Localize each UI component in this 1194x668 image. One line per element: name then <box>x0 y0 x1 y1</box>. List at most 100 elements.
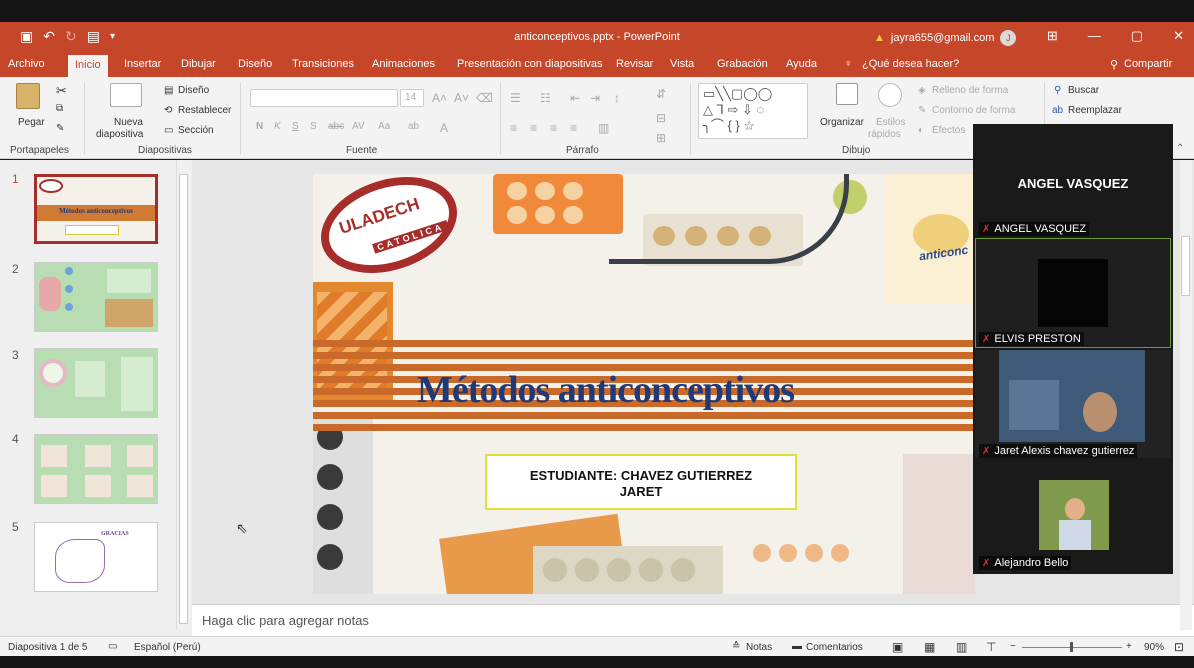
tab-transiciones[interactable]: Transiciones <box>292 58 354 70</box>
lightbulb-icon[interactable]: ♀ <box>844 58 852 70</box>
account-avatar[interactable]: J <box>1000 30 1017 46</box>
tab-ayuda[interactable]: Ayuda <box>786 58 817 70</box>
scrollbar-thumb[interactable] <box>179 174 188 624</box>
slide-sorter-icon[interactable]: ▦ <box>924 640 935 654</box>
editor-scrollbar[interactable] <box>1180 160 1192 630</box>
align-right-icon[interactable]: ≡ <box>550 121 557 135</box>
tab-presentacion[interactable]: Presentación con diapositivas <box>457 58 603 70</box>
zoom-in-icon[interactable]: + <box>1126 641 1132 652</box>
align-text-icon[interactable]: ⊟ <box>656 111 666 125</box>
shapes-gallery[interactable]: ▭╲╲▢◯◯ △ ⅂ ⇨ ⇩ ◌ ╮⌒ { } ☆ <box>698 83 808 139</box>
justify-icon[interactable]: ≡ <box>570 121 577 135</box>
new-slide-label-1[interactable]: Nueva <box>114 117 143 128</box>
shape-effects-button[interactable]: Efectos <box>932 125 965 136</box>
tab-archivo[interactable]: Archivo <box>8 58 45 70</box>
smartart-icon[interactable]: ⊞ <box>656 131 666 145</box>
notes-button[interactable]: Notas <box>746 642 772 653</box>
font-color-icon[interactable]: A <box>440 121 448 135</box>
align-left-icon[interactable]: ≡ <box>510 121 517 135</box>
zoom-slider-thumb[interactable] <box>1070 642 1073 652</box>
zoom-out-icon[interactable]: − <box>1010 641 1016 652</box>
clear-format-icon[interactable]: ⌫ <box>476 91 493 105</box>
tab-animaciones[interactable]: Animaciones <box>372 58 435 70</box>
tab-insertar[interactable]: Insertar <box>124 58 161 70</box>
grow-font-icon[interactable]: A˄ <box>432 91 447 105</box>
slide-thumbnail-1[interactable]: Métodos anticonceptivos <box>34 174 158 244</box>
shadow-button[interactable]: S <box>310 121 317 132</box>
bullets-icon[interactable]: ☰ <box>510 91 521 105</box>
text-direction-icon[interactable]: ⇵ <box>656 87 666 101</box>
share-button[interactable]: Compartir <box>1124 58 1172 70</box>
reading-view-icon[interactable]: ▥ <box>956 640 967 654</box>
tab-diseno[interactable]: Diseño <box>238 58 272 70</box>
layout-button[interactable]: Diseño <box>178 85 209 96</box>
participant-tile[interactable] <box>975 350 1171 458</box>
strikethrough-button[interactable]: abc <box>328 121 344 132</box>
thumbnail-scrollbar[interactable] <box>176 160 190 630</box>
student-textbox[interactable]: ESTUDIANTE: CHAVEZ GUTIERREZ JARET <box>485 454 797 510</box>
new-slide-icon[interactable] <box>110 83 142 107</box>
restore-icon[interactable]: ▢ <box>1131 28 1143 44</box>
quick-styles-label-1[interactable]: Estilos <box>876 117 905 128</box>
highlight-icon[interactable]: ab <box>408 121 419 132</box>
underline-button[interactable]: S <box>292 121 299 132</box>
find-button[interactable]: Buscar <box>1068 85 1099 96</box>
columns-icon[interactable]: ▥ <box>598 121 609 135</box>
replace-button[interactable]: Reemplazar <box>1068 105 1122 116</box>
language-status[interactable]: Español (Perú) <box>134 642 201 653</box>
ribbon-display-icon[interactable]: ⊞ <box>1047 28 1058 44</box>
new-slide-label-2[interactable]: diapositiva <box>96 129 143 140</box>
collapse-ribbon-icon[interactable]: ⌃ <box>1176 143 1184 154</box>
slide-thumbnail-2[interactable] <box>34 262 158 332</box>
quick-styles-label-2[interactable]: rápidos <box>868 129 901 140</box>
slide-thumbnail-4[interactable] <box>34 434 158 504</box>
copy-icon[interactable]: ⧉ <box>56 103 63 114</box>
editor-scrollbar-thumb[interactable] <box>1181 236 1190 296</box>
tab-inicio[interactable]: Inicio <box>68 55 108 77</box>
fit-slide-icon[interactable]: ⊡ <box>1174 640 1184 654</box>
arrange-icon[interactable] <box>836 83 858 105</box>
slide-thumbnail-3[interactable] <box>34 348 158 418</box>
change-case-button[interactable]: Aa <box>378 121 390 132</box>
notes-pane[interactable]: Haga clic para agregar notas <box>192 604 1194 636</box>
paste-icon[interactable] <box>16 83 40 109</box>
quick-styles-icon[interactable] <box>878 83 902 107</box>
shrink-font-icon[interactable]: A˅ <box>454 91 469 105</box>
numbering-icon[interactable]: ☷ <box>540 91 551 105</box>
shape-fill-button[interactable]: Relleno de forma <box>932 85 1008 96</box>
align-center-icon[interactable]: ≡ <box>530 121 537 135</box>
font-name-combobox[interactable] <box>250 89 398 107</box>
paste-button[interactable]: Pegar <box>18 117 45 128</box>
tab-grabacion[interactable]: Grabación <box>717 58 768 70</box>
line-spacing-icon[interactable]: ↕ <box>614 91 620 105</box>
slideshow-view-icon[interactable]: ⊤ <box>986 640 996 654</box>
decrease-indent-icon[interactable]: ⇤ <box>570 91 580 105</box>
char-spacing-icon[interactable]: AV <box>352 121 365 132</box>
share-icon[interactable]: ⚲ <box>1110 58 1118 71</box>
account-area[interactable]: ▲ jayra655@gmail.com J <box>874 30 1017 46</box>
minimize-icon[interactable]: — <box>1088 28 1101 44</box>
zoom-level[interactable]: 90% <box>1144 642 1164 653</box>
slide-thumbnail-5[interactable]: GRACIAS <box>34 522 158 592</box>
tell-me-search[interactable]: ¿Qué desea hacer? <box>862 58 959 70</box>
slide-canvas[interactable]: anticonc ULADECH CATOLICA Métodos antico… <box>313 174 975 594</box>
reset-button[interactable]: Restablecer <box>178 105 231 116</box>
section-button[interactable]: Sección <box>178 125 214 136</box>
tab-revisar[interactable]: Revisar <box>616 58 653 70</box>
bold-button[interactable]: N <box>256 121 263 132</box>
increase-indent-icon[interactable]: ⇥ <box>590 91 600 105</box>
slide-counter: Diapositiva 1 de 5 <box>8 642 88 653</box>
format-painter-icon[interactable]: ✎ <box>56 123 64 134</box>
close-icon[interactable]: ✕ <box>1173 28 1184 44</box>
muted-mic-icon: ✗ <box>982 445 991 457</box>
italic-button[interactable]: K <box>274 121 281 132</box>
tab-dibujar[interactable]: Dibujar <box>181 58 216 70</box>
spellcheck-icon[interactable]: ▭ <box>108 641 117 652</box>
arrange-button[interactable]: Organizar <box>820 117 864 128</box>
comments-button[interactable]: Comentarios <box>806 642 863 653</box>
normal-view-icon[interactable]: ▣ <box>892 640 903 654</box>
shape-outline-button[interactable]: Contorno de forma <box>932 105 1015 116</box>
thumb-number: 4 <box>12 432 19 446</box>
cut-icon[interactable]: ✂ <box>56 83 67 99</box>
tab-vista[interactable]: Vista <box>670 58 694 70</box>
